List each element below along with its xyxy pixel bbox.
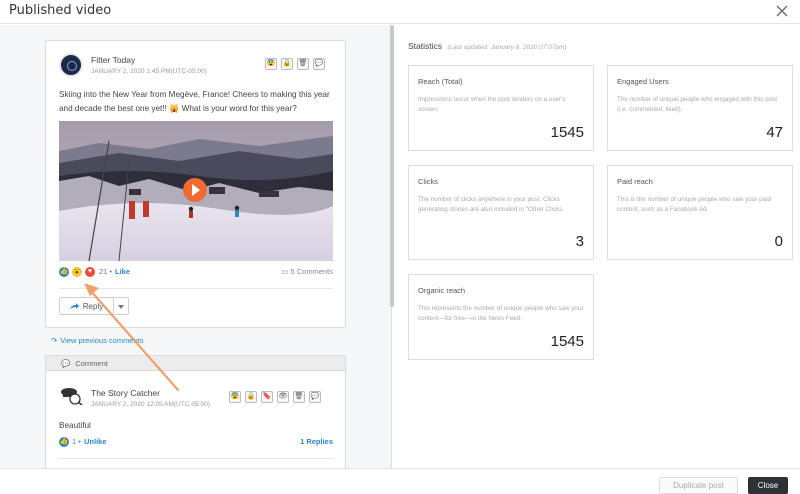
reaction-count: 21 • bbox=[99, 267, 113, 276]
stat-card-organic-reach: Organic reach This represents the number… bbox=[408, 274, 594, 360]
bookmark-icon[interactable]: 🔖 bbox=[261, 391, 273, 403]
duplicate-post-button[interactable]: Duplicate post bbox=[659, 477, 738, 494]
statistics-updated: (Last updated: January 9, 2020 07:07pm) bbox=[447, 44, 567, 51]
hide-icon[interactable]: 👁 bbox=[277, 391, 289, 403]
comment-icon[interactable]: 💬 bbox=[309, 391, 321, 403]
stat-description: The number of clicks anywhere in your po… bbox=[418, 196, 565, 213]
statistics-label: Statistics bbox=[408, 41, 443, 51]
video-thumbnail[interactable] bbox=[59, 121, 333, 261]
stat-description: Impressions occur when the post renders … bbox=[418, 96, 566, 113]
comment-section-label: Comment bbox=[75, 358, 108, 368]
post-time: JANUARY 2, 2020 1:45 PM(UTC-05:00) bbox=[91, 68, 207, 75]
trash-icon[interactable]: 🗑 bbox=[297, 58, 309, 70]
reactions-row: 👍 😮 ♥ 21 • Like ▭ 5 Comments bbox=[59, 266, 333, 280]
stat-label: Clicks bbox=[418, 177, 438, 186]
replies-link[interactable]: 1 Replies bbox=[300, 437, 333, 446]
like-reaction-icon: 👍 bbox=[59, 267, 69, 277]
play-button[interactable] bbox=[183, 178, 207, 202]
unlike-link[interactable]: Unlike bbox=[84, 437, 107, 446]
comments-link[interactable]: ▭ 5 Comments bbox=[281, 267, 333, 276]
stat-card-reach-total: Reach (Total) Impressions occur when the… bbox=[408, 65, 594, 151]
comment-like-count: 1 • bbox=[72, 437, 81, 446]
reply-dropdown-toggle[interactable] bbox=[114, 297, 129, 315]
reply-control: Reply bbox=[59, 297, 129, 315]
reply-button[interactable]: Reply bbox=[59, 297, 114, 315]
page-avatar bbox=[59, 53, 83, 77]
comment-actions: 😨 🔒 🔖 👁 🗑 💬 bbox=[229, 391, 321, 403]
close-button[interactable]: Close bbox=[748, 477, 788, 494]
comment-card: The Story Catcher JANUARY 2, 2020 12:05 … bbox=[45, 371, 346, 468]
comment-time: JANUARY 2, 2020 12:05 AM(UTC-05:00) bbox=[91, 401, 210, 408]
like-reaction-icon: 👍 bbox=[59, 437, 69, 447]
post-actions: 😨 🔒 🗑 💬 bbox=[265, 58, 325, 70]
comment-author: The Story Catcher bbox=[91, 388, 160, 398]
post-card: Fitter Today JANUARY 2, 2020 1:45 PM(UTC… bbox=[45, 40, 346, 328]
stat-value: 3 bbox=[575, 233, 584, 250]
view-previous-label: View previous comments bbox=[60, 336, 144, 345]
stat-description: The number of unique people who engaged … bbox=[617, 96, 777, 113]
wow-reaction-icon: 😮 bbox=[72, 267, 82, 277]
stat-value: 0 bbox=[774, 233, 783, 250]
reply-arrow-icon: ↷ bbox=[51, 336, 58, 345]
comment-reactions: 👍 1 • Unlike 1 Replies bbox=[59, 436, 333, 448]
view-previous-comments-link[interactable]: ↷ View previous comments bbox=[51, 336, 144, 345]
stats-icon[interactable]: 😨 bbox=[229, 391, 241, 403]
stat-label: Reach (Total) bbox=[418, 77, 463, 86]
scrollbar-thumb[interactable] bbox=[390, 25, 394, 307]
comment-section-header: 💬 Comment bbox=[45, 355, 346, 371]
lock-icon[interactable]: 🔒 bbox=[281, 58, 293, 70]
stat-label: Paid reach bbox=[617, 177, 653, 186]
trash-icon[interactable]: 🗑 bbox=[293, 391, 305, 403]
comment-icon[interactable]: 💬 bbox=[313, 58, 325, 70]
modal-header: Published video bbox=[0, 0, 800, 24]
stat-card-paid-reach: Paid reach This is the number of unique … bbox=[607, 165, 793, 260]
stat-description: This is the number of unique people who … bbox=[617, 196, 772, 213]
reply-arrow-icon bbox=[69, 302, 79, 309]
post-author: Fitter Today bbox=[91, 55, 136, 65]
stat-card-engaged-users: Engaged Users The number of unique peopl… bbox=[607, 65, 793, 151]
comment-text: Beautiful bbox=[59, 421, 91, 430]
divider bbox=[59, 458, 333, 459]
comment-bubble-icon: 💬 bbox=[61, 358, 71, 368]
stat-value: 1545 bbox=[550, 124, 584, 141]
stat-card-clicks: Clicks The number of clicks anywhere in … bbox=[408, 165, 594, 260]
comments-count: 5 Comments bbox=[290, 267, 333, 276]
reply-label: Reply bbox=[82, 301, 104, 311]
like-link[interactable]: Like bbox=[115, 267, 130, 276]
lock-icon[interactable]: 🔒 bbox=[245, 391, 257, 403]
divider bbox=[59, 288, 333, 289]
comments-icon: ▭ bbox=[281, 267, 289, 276]
modal-footer: Duplicate post Close bbox=[0, 468, 800, 494]
stat-description: This represents the number of unique peo… bbox=[418, 305, 584, 322]
commenter-avatar bbox=[61, 388, 83, 405]
modal-title: Published video bbox=[9, 3, 112, 18]
post-preview-pane[interactable]: Fitter Today JANUARY 2, 2020 1:45 PM(UTC… bbox=[0, 25, 392, 468]
stat-value: 47 bbox=[766, 124, 783, 141]
stats-icon[interactable]: 😨 bbox=[265, 58, 277, 70]
post-text: Skiing into the New Year from Megève, Fr… bbox=[59, 90, 330, 113]
statistics-title: Statistics (Last updated: January 9, 202… bbox=[408, 41, 567, 51]
stat-label: Organic reach bbox=[418, 286, 466, 295]
stat-label: Engaged Users bbox=[617, 77, 669, 86]
close-icon[interactable] bbox=[774, 3, 790, 19]
love-reaction-icon: ♥ bbox=[85, 267, 95, 277]
stat-value: 1545 bbox=[550, 333, 584, 350]
